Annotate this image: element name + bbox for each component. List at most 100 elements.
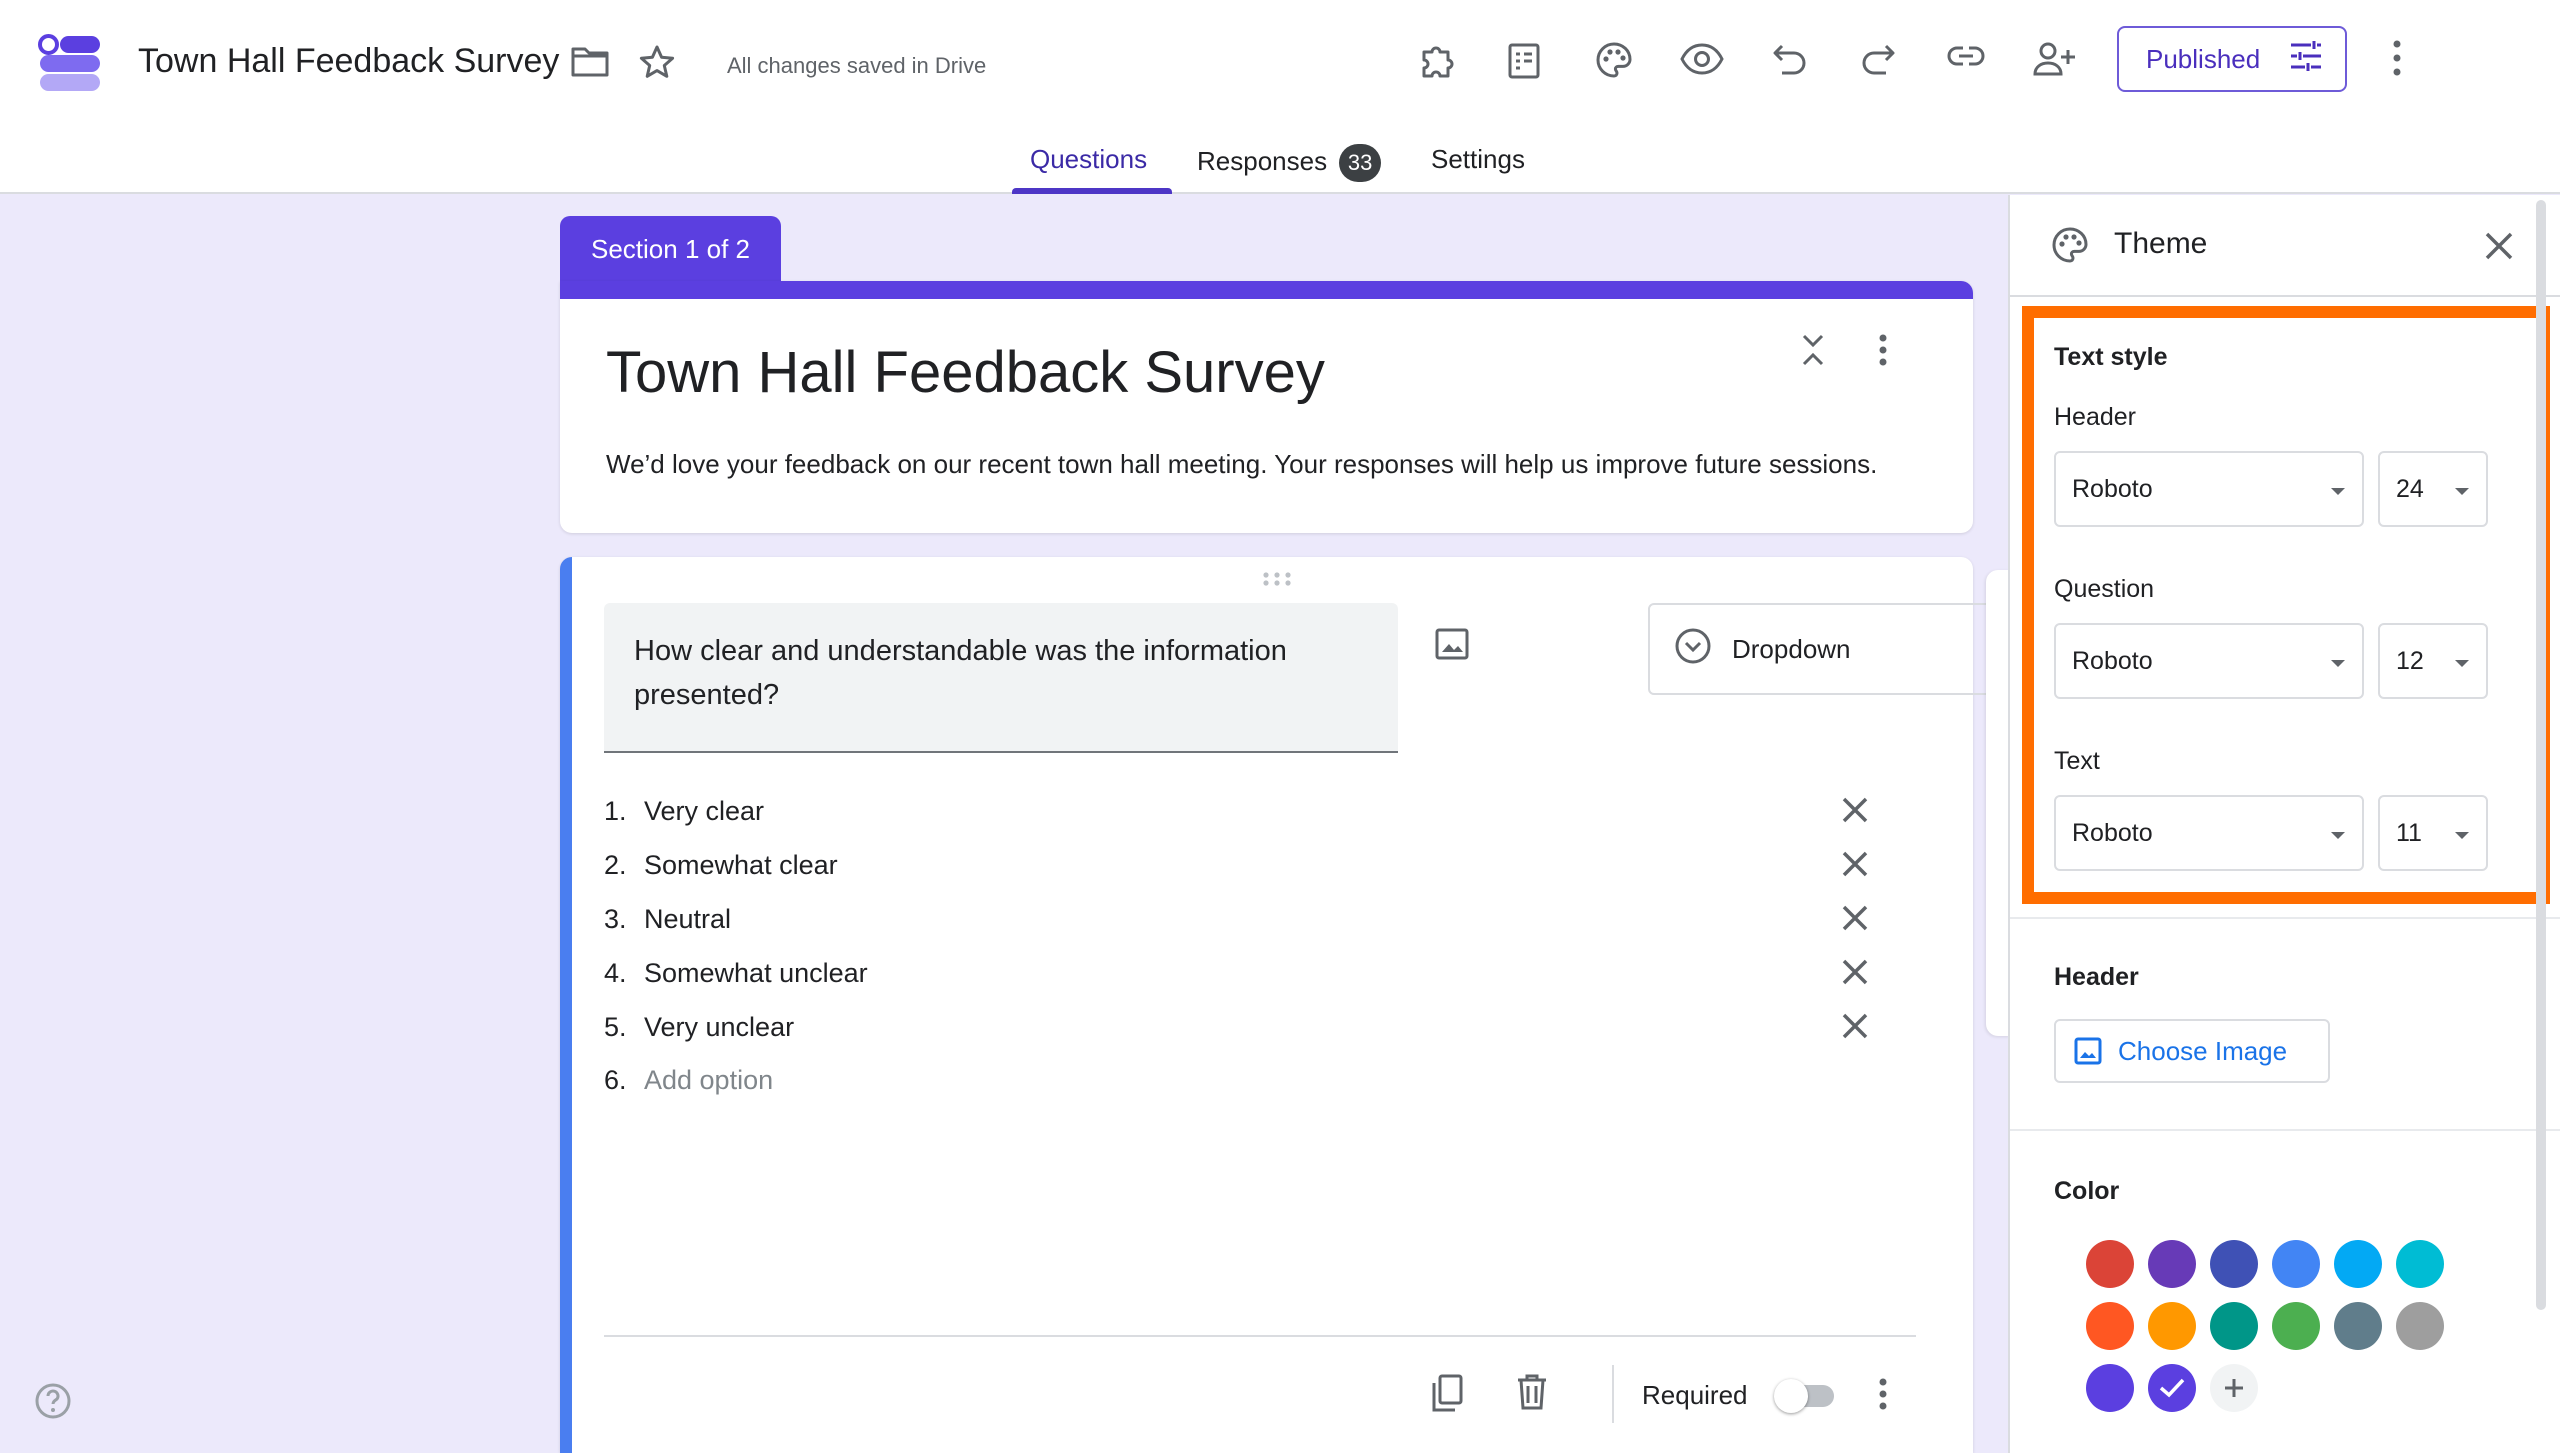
option-row[interactable]: 3. Neutral xyxy=(604,889,1904,949)
plus-icon xyxy=(2225,1379,2243,1397)
floating-toolbar xyxy=(1986,570,2010,1036)
color-swatch[interactable] xyxy=(2148,1302,2196,1350)
palette-icon[interactable] xyxy=(1594,40,1634,80)
undo-icon[interactable] xyxy=(1772,42,1808,76)
header-size-select[interactable]: 24 xyxy=(2378,451,2488,527)
link-icon[interactable] xyxy=(1946,44,1986,68)
option-number: 4. xyxy=(604,957,627,988)
header-image-title: Header xyxy=(2054,963,2139,991)
option-number: 2. xyxy=(604,849,627,880)
question-font-value: Roboto xyxy=(2072,646,2153,675)
quiz-edit-icon[interactable] xyxy=(1506,40,1544,80)
option-row[interactable]: 4. Somewhat unclear xyxy=(604,943,1904,1003)
help-icon[interactable] xyxy=(34,1382,72,1425)
color-swatch[interactable] xyxy=(2272,1240,2320,1288)
chevron-down-icon xyxy=(2454,647,2470,676)
chevron-down-icon xyxy=(2454,819,2470,848)
delete-trash-icon[interactable] xyxy=(1516,1373,1548,1411)
option-label[interactable]: Very clear xyxy=(644,796,1904,827)
option-row[interactable]: 5. Very unclear xyxy=(604,997,1904,1057)
color-title: Color xyxy=(2054,1177,2120,1205)
dropdown-type-icon xyxy=(1674,627,1712,672)
option-label[interactable]: Very unclear xyxy=(644,1012,1904,1043)
close-icon[interactable] xyxy=(2484,231,2514,261)
question-more-icon[interactable] xyxy=(1878,1377,1888,1411)
color-swatch[interactable] xyxy=(2334,1302,2382,1350)
text-size-value: 11 xyxy=(2396,818,2422,847)
duplicate-icon[interactable] xyxy=(1430,1373,1464,1413)
form-header-card[interactable]: Town Hall Feedback Survey We’d love your… xyxy=(560,281,1973,533)
remove-option-icon[interactable] xyxy=(1840,957,1870,994)
panel-divider xyxy=(2010,1129,2560,1131)
required-toggle[interactable] xyxy=(1774,1379,1838,1413)
active-tab-indicator xyxy=(1012,188,1172,194)
add-image-icon[interactable] xyxy=(1434,627,1470,661)
chevron-down-icon xyxy=(2454,475,2470,504)
save-status: All changes saved in Drive xyxy=(727,53,987,78)
question-size-value: 12 xyxy=(2396,646,2424,675)
document-title[interactable]: Town Hall Feedback Survey xyxy=(138,42,559,81)
section-more-icon[interactable] xyxy=(1878,333,1888,367)
add-collaborator-icon[interactable] xyxy=(2032,40,2076,78)
panel-scrollbar[interactable] xyxy=(2536,200,2546,1310)
color-swatch[interactable] xyxy=(2086,1302,2134,1350)
text-style-title: Text style xyxy=(2054,343,2168,371)
drag-handle-icon[interactable] xyxy=(1262,571,1292,592)
option-row[interactable]: 1. Very clear xyxy=(604,781,1904,841)
tab-questions[interactable]: Questions xyxy=(1030,144,1147,175)
forms-logo-icon[interactable] xyxy=(38,34,102,92)
folder-icon[interactable] xyxy=(570,44,610,78)
add-option-row[interactable]: 6. Add option xyxy=(604,1050,1904,1110)
text-size-select[interactable]: 11 xyxy=(2378,795,2488,871)
publish-settings-icon xyxy=(2289,40,2323,79)
chevron-down-icon xyxy=(2330,819,2346,848)
more-options-icon[interactable] xyxy=(2392,38,2402,78)
question-font-select[interactable]: Roboto xyxy=(2054,623,2364,699)
responses-count-badge: 33 xyxy=(1339,144,1382,182)
panel-divider xyxy=(2010,917,2560,919)
option-row[interactable]: 2. Somewhat clear xyxy=(604,835,1904,895)
top-bar: Town Hall Feedback Survey All changes sa… xyxy=(0,0,2560,194)
add-option-input[interactable]: Add option xyxy=(644,1065,1904,1096)
form-title[interactable]: Town Hall Feedback Survey xyxy=(606,339,1325,406)
choose-image-label: Choose Image xyxy=(2118,1035,2288,1066)
remove-option-icon[interactable] xyxy=(1840,849,1870,886)
question-style-label: Question xyxy=(2054,575,2155,603)
color-swatch[interactable] xyxy=(2396,1302,2444,1350)
form-description[interactable]: We’d love your feedback on our recent to… xyxy=(606,449,1877,480)
addons-puzzle-icon[interactable] xyxy=(1418,40,1458,80)
option-label[interactable]: Neutral xyxy=(644,904,1904,935)
remove-option-icon[interactable] xyxy=(1840,795,1870,832)
color-swatch[interactable] xyxy=(2086,1240,2134,1288)
tab-responses[interactable]: Responses 33 xyxy=(1197,144,1382,182)
text-font-select[interactable]: Roboto xyxy=(2054,795,2364,871)
header-font-select[interactable]: Roboto xyxy=(2054,451,2364,527)
color-swatch[interactable] xyxy=(2210,1302,2258,1350)
theme-panel: Theme Text style Header Roboto 24 Questi… xyxy=(2008,195,2560,1453)
color-swatch[interactable] xyxy=(2396,1240,2444,1288)
option-label[interactable]: Somewhat clear xyxy=(644,850,1904,881)
option-label[interactable]: Somewhat unclear xyxy=(644,958,1904,989)
color-swatch-selected[interactable] xyxy=(2148,1364,2196,1412)
color-swatch[interactable] xyxy=(2148,1240,2196,1288)
form-tabs: Questions Responses 33 Settings xyxy=(0,130,2560,194)
remove-option-icon[interactable] xyxy=(1840,1011,1870,1048)
star-icon[interactable] xyxy=(638,44,676,80)
required-label: Required xyxy=(1642,1380,1748,1410)
color-swatch[interactable] xyxy=(2210,1240,2258,1288)
question-size-select[interactable]: 12 xyxy=(2378,623,2488,699)
color-swatch[interactable] xyxy=(2334,1240,2382,1288)
question-card[interactable]: How clear and understandable was the inf… xyxy=(560,557,2058,1453)
toggle-knob xyxy=(1774,1379,1808,1413)
collapse-section-icon[interactable] xyxy=(1800,333,1826,367)
color-swatch[interactable] xyxy=(2086,1364,2134,1412)
published-button[interactable]: Published xyxy=(2117,26,2347,92)
add-custom-color-button[interactable] xyxy=(2210,1364,2258,1412)
redo-icon[interactable] xyxy=(1860,42,1896,76)
color-swatch[interactable] xyxy=(2272,1302,2320,1350)
choose-image-button[interactable]: Choose Image xyxy=(2054,1019,2330,1083)
preview-eye-icon[interactable] xyxy=(1680,42,1724,76)
question-text-input[interactable]: How clear and understandable was the inf… xyxy=(604,603,1398,753)
remove-option-icon[interactable] xyxy=(1840,903,1870,940)
tab-settings[interactable]: Settings xyxy=(1431,144,1525,175)
